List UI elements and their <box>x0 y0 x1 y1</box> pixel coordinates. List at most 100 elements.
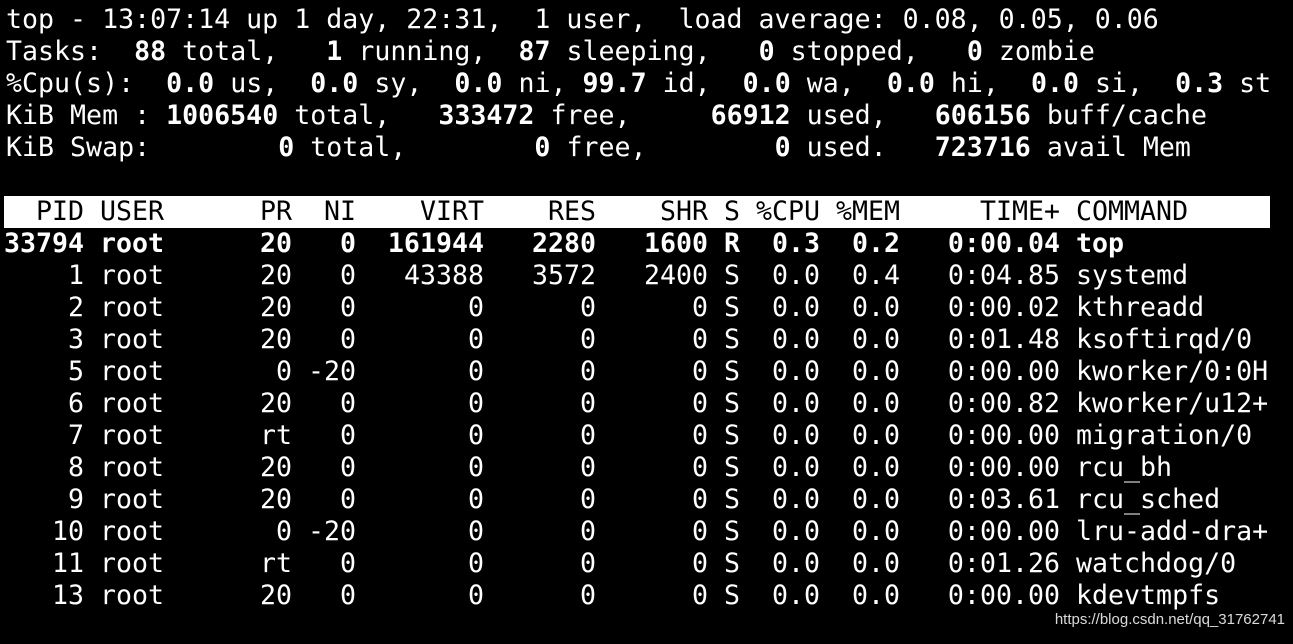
cell-pid: 9 <box>67 484 84 515</box>
cell-cmd: rcu_bh <box>1076 452 1173 483</box>
cell-pr: 20 <box>259 292 292 323</box>
cell-virt: 0 <box>467 452 484 483</box>
cell-res: 0 <box>579 548 596 579</box>
process-row[interactable]: 13 root 20 0 0 0 0 S 0.0 0.0 0:00.00 kdevtmpfs <box>4 580 1284 612</box>
cell-cmd: systemd <box>1076 260 1189 291</box>
cell-pr: 20 <box>259 452 292 483</box>
cell-pid: 3 <box>67 324 84 355</box>
cell-virt: 0 <box>467 420 484 451</box>
cell-pr: 20 <box>259 388 292 419</box>
cell-virt: 0 <box>467 356 484 387</box>
col-header-pid[interactable]: PID <box>4 196 84 228</box>
cell-pr: rt <box>259 548 292 579</box>
cell-virt: 0 <box>467 580 484 611</box>
top-summary: top - 13:07:14 up 1 day, 22:31, 1 user, … <box>6 4 1271 164</box>
col-header-time[interactable]: TIME+ <box>900 196 1060 228</box>
column-header-row: PID USER PR NI VIRT RES SHR S %CPU %MEM … <box>4 196 1270 228</box>
cell-cmd: top <box>1076 228 1125 259</box>
cell-time: 0:00.02 <box>947 292 1060 323</box>
cell-cpu: 0.3 <box>771 228 820 259</box>
cell-pr: 20 <box>259 324 292 355</box>
cell-mem: 0.2 <box>851 228 900 259</box>
cell-cmd: kdevtmpfs <box>1076 580 1221 611</box>
cell-res: 0 <box>579 420 596 451</box>
cell-ni: 0 <box>339 324 356 355</box>
cell-cmd: rcu_sched <box>1076 484 1221 515</box>
process-row[interactable]: 9 root 20 0 0 0 0 S 0.0 0.0 0:03.61 rcu_sched <box>4 484 1284 516</box>
cell-user: root <box>100 228 165 259</box>
cell-time: 0:00.00 <box>947 580 1060 611</box>
swap-line: KiB Swap: 0 total, 0 free, 0 used. 72371… <box>6 132 1191 163</box>
cell-user: root <box>100 260 165 291</box>
mem-line: KiB Mem : 1006540 total, 333472 free, 66… <box>6 100 1207 131</box>
col-header-cpu[interactable]: %CPU <box>740 196 820 228</box>
cell-ni: 0 <box>339 260 356 291</box>
column-header-bar: PID USER PR NI VIRT RES SHR S %CPU %MEM … <box>4 196 1270 228</box>
col-header-user[interactable]: USER <box>100 196 230 228</box>
cell-ni: 0 <box>339 420 356 451</box>
cell-cmd: migration/0 <box>1076 420 1253 451</box>
cell-cpu: 0.0 <box>771 356 820 387</box>
process-row[interactable]: 11 root rt 0 0 0 0 S 0.0 0.0 0:01.26 watchdog/0 <box>4 548 1284 580</box>
cell-time: 0:00.00 <box>947 452 1060 483</box>
cell-mem: 0.0 <box>851 516 900 547</box>
cell-time: 0:04.85 <box>947 260 1060 291</box>
process-row[interactable]: 7 root rt 0 0 0 0 S 0.0 0.0 0:00.00 migration/0 <box>4 420 1284 452</box>
cell-mem: 0.0 <box>851 484 900 515</box>
cell-s: S <box>724 516 741 547</box>
cell-pr: 0 <box>275 516 292 547</box>
cell-user: root <box>100 324 165 355</box>
cell-shr: 0 <box>691 484 708 515</box>
col-header-pr[interactable]: PR <box>230 196 292 228</box>
cell-pid: 2 <box>67 292 84 323</box>
process-row[interactable]: 3 root 20 0 0 0 0 S 0.0 0.0 0:01.48 ksoftirqd/0 <box>4 324 1284 356</box>
cell-pr: rt <box>259 420 292 451</box>
cell-user: root <box>100 452 165 483</box>
process-row[interactable]: 2 root 20 0 0 0 0 S 0.0 0.0 0:00.02 kthreadd <box>4 292 1284 324</box>
cell-s: R <box>724 228 741 259</box>
process-row[interactable]: 6 root 20 0 0 0 0 S 0.0 0.0 0:00.82 kworker/u12+ <box>4 388 1284 420</box>
cell-s: S <box>724 548 741 579</box>
col-header-shr[interactable]: SHR <box>596 196 708 228</box>
process-row[interactable]: 8 root 20 0 0 0 0 S 0.0 0.0 0:00.00 rcu_bh <box>4 452 1284 484</box>
cell-virt: 0 <box>467 388 484 419</box>
col-header-s[interactable]: S <box>724 196 740 228</box>
cell-shr: 0 <box>691 420 708 451</box>
cell-ni: 0 <box>339 548 356 579</box>
cell-pr: 20 <box>259 484 292 515</box>
cell-mem: 0.0 <box>851 356 900 387</box>
cell-res: 0 <box>579 484 596 515</box>
cell-user: root <box>100 516 165 547</box>
cell-pid: 7 <box>67 420 84 451</box>
col-header-ni[interactable]: NI <box>292 196 356 228</box>
col-header-res[interactable]: RES <box>484 196 596 228</box>
process-row[interactable]: 5 root 0 -20 0 0 0 S 0.0 0.0 0:00.00 kworker/0:0H <box>4 356 1284 388</box>
cell-mem: 0.0 <box>851 292 900 323</box>
cell-s: S <box>724 356 741 387</box>
cell-mem: 0.0 <box>851 580 900 611</box>
cell-shr: 1600 <box>643 228 708 259</box>
cell-res: 0 <box>579 452 596 483</box>
cell-shr: 0 <box>691 580 708 611</box>
cell-ni: 0 <box>339 388 356 419</box>
cell-s: S <box>724 324 741 355</box>
col-header-command[interactable]: COMMAND <box>1076 196 1276 228</box>
col-header-mem[interactable]: %MEM <box>820 196 900 228</box>
cell-mem: 0.0 <box>851 388 900 419</box>
cell-cmd: kworker/u12+ <box>1076 388 1269 419</box>
process-row[interactable]: 1 root 20 0 43388 3572 2400 S 0.0 0.4 0:04.85 syste… <box>4 260 1284 292</box>
cell-shr: 0 <box>691 516 708 547</box>
cell-cpu: 0.0 <box>771 292 820 323</box>
cell-virt: 0 <box>467 324 484 355</box>
cell-pid: 11 <box>51 548 84 579</box>
cell-shr: 0 <box>691 324 708 355</box>
cell-shr: 0 <box>691 388 708 419</box>
col-header-virt[interactable]: VIRT <box>356 196 484 228</box>
process-row[interactable]: 33794 root 20 0 161944 2280 1600 R 0.3 0.2 0:00.04… <box>4 228 1284 260</box>
cell-cpu: 0.0 <box>771 324 820 355</box>
cell-mem: 0.0 <box>851 420 900 451</box>
process-row[interactable]: 10 root 0 -20 0 0 0 S 0.0 0.0 0:00.00 lru-add-dra+ <box>4 516 1284 548</box>
cell-cmd: watchdog/0 <box>1076 548 1237 579</box>
cell-cpu: 0.0 <box>771 260 820 291</box>
cell-time: 0:00.00 <box>947 420 1060 451</box>
